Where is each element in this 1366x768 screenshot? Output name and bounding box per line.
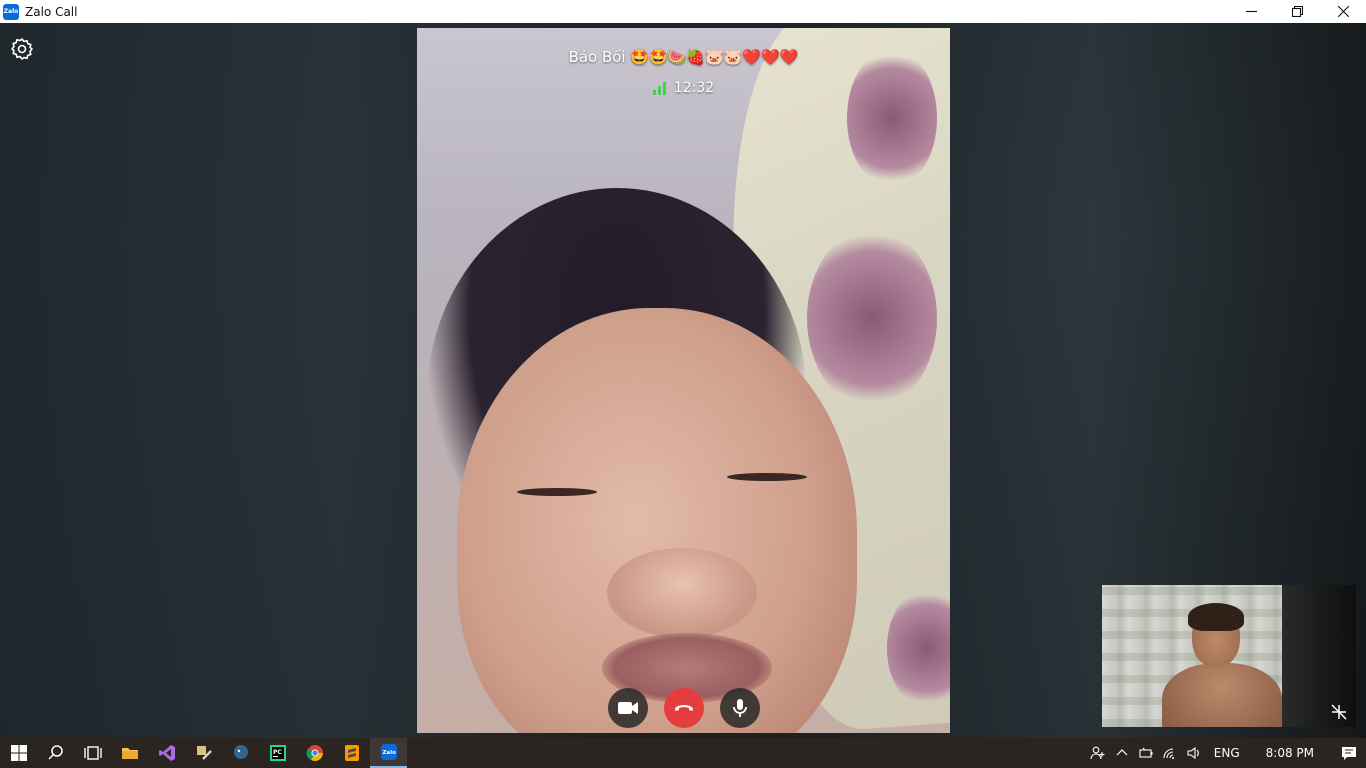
video-pattern	[847, 48, 937, 188]
title-bar: Zalo Zalo Call	[0, 0, 1366, 23]
minimize-window-button[interactable]	[1228, 0, 1274, 23]
search-icon	[47, 745, 63, 760]
collapse-icon	[1331, 704, 1347, 720]
taskbar-app-postgres[interactable]	[222, 738, 259, 768]
collapse-preview-button[interactable]	[1330, 703, 1348, 721]
battery-icon	[1139, 747, 1153, 758]
tools-icon	[196, 746, 212, 760]
callee-name: Bảo Bối 🤩🤩🍉🍓🐷🐷❤️❤️❤️	[568, 48, 799, 66]
call-duration: 12:32	[673, 80, 715, 96]
taskbar: PC Zalo ENG 8:08 PM	[0, 738, 1366, 768]
toggle-camera-button[interactable]	[607, 688, 648, 728]
clock[interactable]: 8:08 PM	[1248, 746, 1332, 760]
svg-text:Zalo: Zalo	[382, 750, 396, 756]
end-call-button[interactable]	[663, 688, 704, 728]
notification-icon	[1342, 747, 1356, 760]
system-tray: ENG 8:08 PM	[1086, 738, 1366, 768]
wifi-icon	[1163, 748, 1174, 759]
start-button[interactable]	[0, 738, 37, 768]
video-pattern	[807, 228, 937, 408]
action-center-button[interactable]	[1332, 738, 1366, 768]
gear-icon	[11, 38, 33, 60]
taskbar-app-chrome[interactable]	[296, 738, 333, 768]
taskbar-app-tools[interactable]	[185, 738, 222, 768]
taskbar-app-zalo[interactable]: Zalo	[370, 738, 407, 768]
show-hidden-icons-button[interactable]	[1110, 738, 1134, 768]
svg-text:PC: PC	[273, 749, 282, 756]
windows-start-icon	[10, 745, 27, 761]
window-title: Zalo Call	[25, 4, 78, 19]
restore-window-button[interactable]	[1274, 0, 1320, 23]
sublime-icon	[344, 745, 359, 761]
video-subject-eye	[517, 488, 597, 496]
visual-studio-icon	[158, 745, 175, 761]
task-view-button[interactable]	[74, 738, 111, 768]
end-call-icon	[674, 705, 693, 711]
volume-button[interactable]	[1182, 738, 1206, 768]
video-subject-nose	[607, 548, 757, 638]
network-button[interactable]	[1158, 738, 1182, 768]
taskbar-app-pycharm[interactable]: PC	[259, 738, 296, 768]
window-controls	[1228, 0, 1366, 23]
close-window-button[interactable]	[1320, 0, 1366, 23]
video-subject-eye	[727, 473, 807, 481]
remote-video: Bảo Bối 🤩🤩🍉🍓🐷🐷❤️❤️❤️ 12:32	[417, 28, 950, 733]
restore-icon	[1291, 6, 1303, 17]
people-button[interactable]	[1086, 738, 1110, 768]
chrome-icon	[306, 745, 323, 762]
input-language[interactable]: ENG	[1206, 746, 1248, 760]
close-icon	[1337, 6, 1349, 17]
microphone-icon	[732, 699, 747, 717]
self-preview-subject	[1162, 603, 1282, 727]
toggle-microphone-button[interactable]	[719, 688, 760, 728]
settings-button[interactable]	[10, 37, 34, 61]
taskbar-app-file-explorer[interactable]	[111, 738, 148, 768]
speaker-icon	[1187, 746, 1199, 760]
chevron-up-icon	[1116, 749, 1128, 756]
taskbar-app-visual-studio[interactable]	[148, 738, 185, 768]
zalo-icon: Zalo	[380, 744, 397, 760]
camera-icon	[617, 702, 638, 714]
people-icon	[1090, 746, 1105, 760]
call-controls	[417, 688, 950, 728]
search-button[interactable]	[37, 738, 74, 768]
call-stage: Bảo Bối 🤩🤩🍉🍓🐷🐷❤️❤️❤️ 12:32	[0, 23, 1366, 738]
pycharm-icon: PC	[269, 745, 286, 761]
signal-strength-icon	[652, 81, 666, 95]
file-explorer-icon	[121, 748, 138, 759]
minimize-icon	[1245, 10, 1257, 13]
taskbar-app-sublime[interactable]	[333, 738, 370, 768]
self-preview-video[interactable]	[1102, 585, 1356, 727]
zalo-app-icon: Zalo	[3, 3, 19, 20]
postgres-icon	[233, 745, 248, 759]
task-view-icon	[83, 746, 102, 760]
call-status: 12:32	[417, 80, 950, 96]
battery-button[interactable]	[1134, 738, 1158, 768]
